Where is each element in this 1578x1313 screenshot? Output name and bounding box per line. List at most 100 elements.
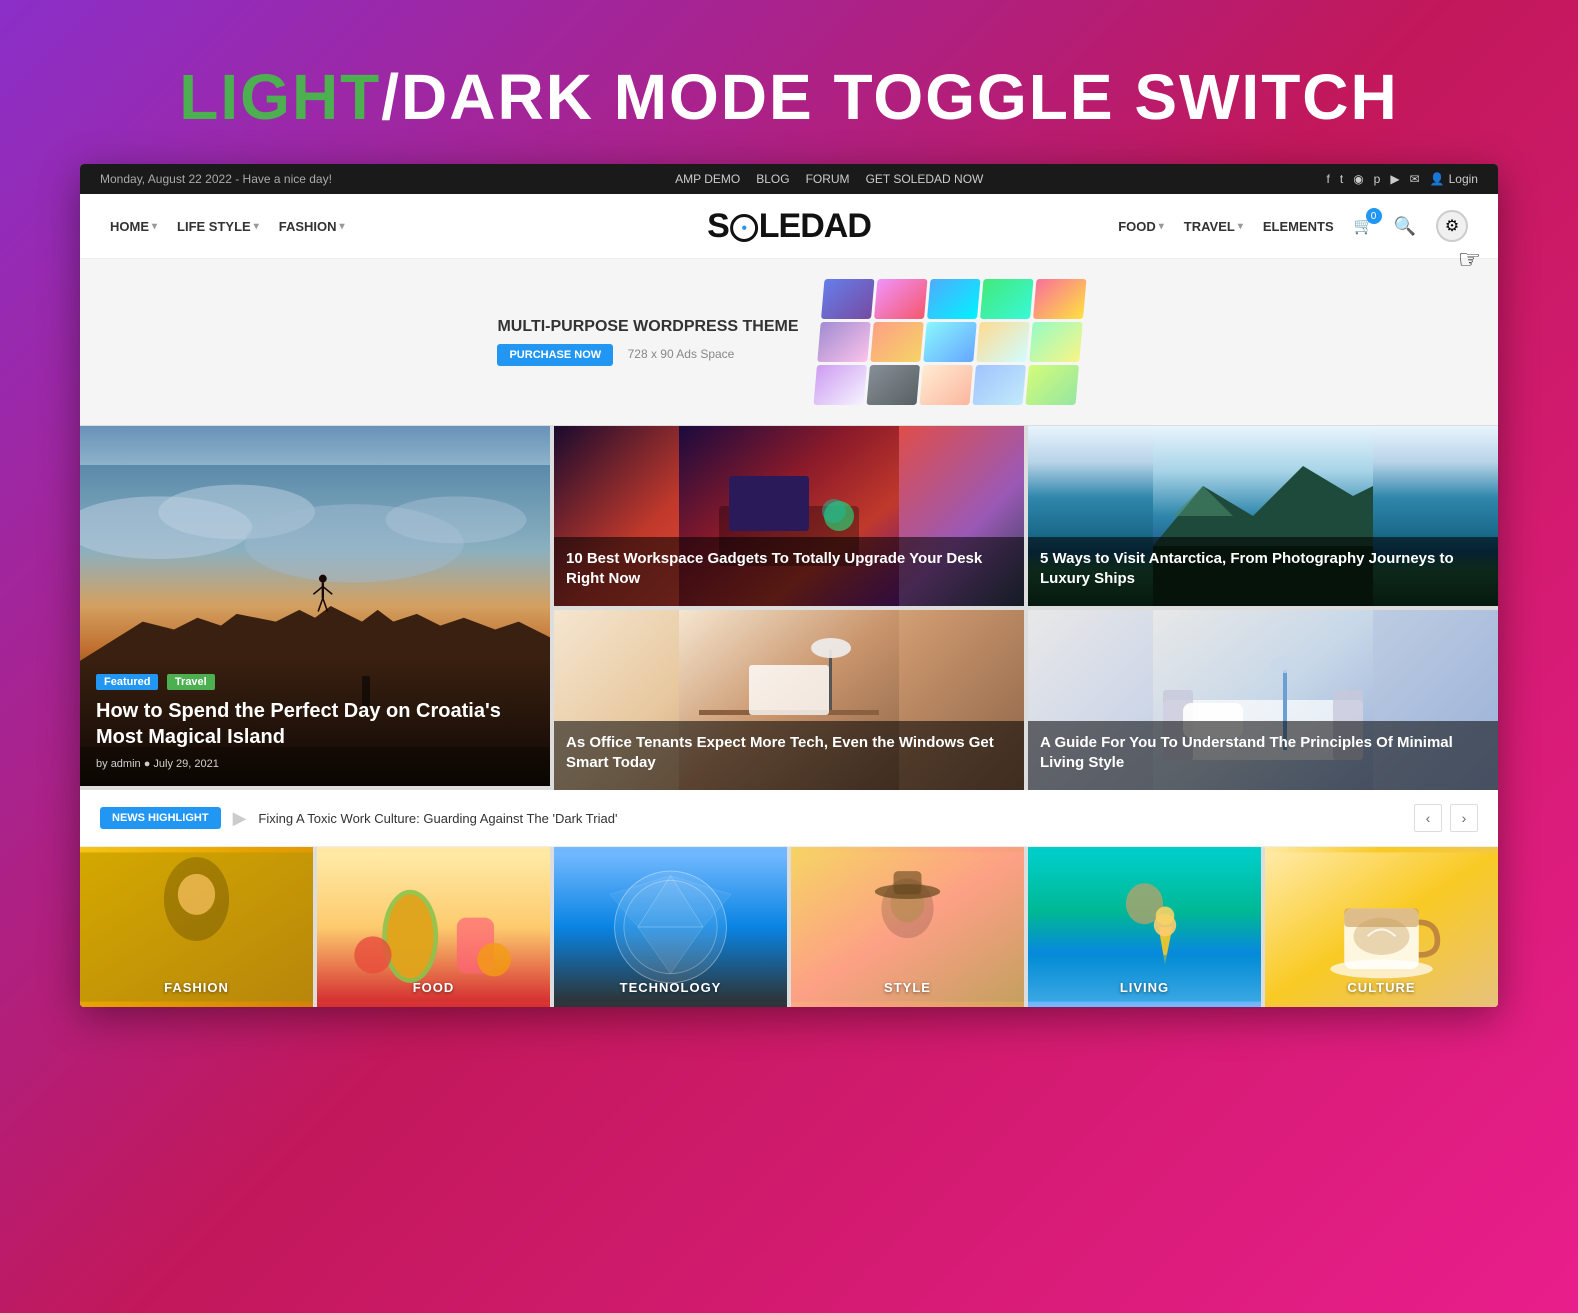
ad-image-10 — [1029, 322, 1082, 362]
page-title-area: LIGHT/DARK MODE TOGGLE SWITCH — [80, 60, 1498, 134]
news-arrow-icon: ▶ — [233, 808, 247, 829]
ad-image-4 — [980, 279, 1033, 319]
lifestyle-chevron-icon: ▾ — [254, 221, 259, 232]
category-fashion[interactable]: FASHION — [80, 847, 313, 1007]
article-top-right-title: 5 Ways to Visit Antarctica, From Photogr… — [1040, 549, 1486, 588]
travel-chevron-icon: ▾ — [1238, 221, 1243, 232]
article-main[interactable]: Featured Travel How to Spend the Perfect… — [80, 426, 550, 786]
title-dark: DARK MODE TOGGLE SWITCH — [401, 61, 1399, 133]
nav-food[interactable]: FOOD ▾ — [1118, 219, 1164, 234]
news-highlight-text: Fixing A Toxic Work Culture: Guarding Ag… — [258, 811, 1402, 826]
news-highlight-bar: NEWS HIGHLIGHT ▶ Fixing A Toxic Work Cul… — [80, 790, 1498, 847]
ad-title: MULTI-PURPOSE WORDPRESS THEME — [497, 318, 798, 336]
topbar-amp-demo[interactable]: AMP DEMO — [675, 172, 740, 186]
category-style-label: STYLE — [791, 980, 1024, 995]
food-chevron-icon: ▾ — [1159, 221, 1164, 232]
ad-image-1 — [821, 279, 874, 319]
facebook-icon[interactable]: f — [1327, 172, 1330, 186]
home-chevron-icon: ▾ — [152, 221, 157, 232]
category-technology-label: TECHNOLOGY — [554, 980, 787, 995]
category-style[interactable]: STYLE — [791, 847, 1024, 1007]
logo-ledad: LEDAD — [759, 207, 871, 245]
topbar-forum[interactable]: FORUM — [806, 172, 850, 186]
ad-image-6 — [817, 322, 870, 362]
search-button[interactable]: 🔍 — [1394, 216, 1416, 237]
category-living-label: LIVING — [1028, 980, 1261, 995]
title-light: LIGHT — [179, 61, 381, 133]
article-bottom-right-overlay: A Guide For You To Understand The Princi… — [1028, 721, 1498, 790]
ad-image-9 — [976, 322, 1029, 362]
article-bottom-mid[interactable]: As Office Tenants Expect More Tech, Even… — [554, 610, 1024, 790]
pinterest-icon[interactable]: p — [1374, 172, 1381, 186]
tag-travel: Travel — [167, 674, 215, 690]
ad-image-14 — [972, 365, 1025, 405]
login-user-icon: 👤 — [1430, 172, 1445, 186]
logo-s: S — [707, 207, 729, 245]
ad-banner: MULTI-PURPOSE WORDPRESS THEME PURCHASE N… — [80, 259, 1498, 426]
logo-o — [730, 214, 758, 242]
purchase-button[interactable]: PURCHASE NOW — [497, 344, 613, 366]
article-top-right-overlay: 5 Ways to Visit Antarctica, From Photogr… — [1028, 537, 1498, 606]
nav-fashion[interactable]: FASHION ▾ — [279, 219, 345, 234]
main-nav-inner: HOME ▾ LIFE STYLE ▾ FASHION ▾ S LEDAD — [110, 210, 1468, 242]
category-culture-label: CULTURE — [1265, 980, 1498, 995]
nav-elements[interactable]: ELEMENTS — [1263, 219, 1334, 234]
nav-lifestyle[interactable]: LIFE STYLE ▾ — [177, 219, 259, 234]
nav-right: FOOD ▾ TRAVEL ▾ ELEMENTS 🛒 0 🔍 — [1118, 210, 1468, 242]
topbar-get-soledad[interactable]: GET SOLEDAD NOW — [866, 172, 984, 186]
ad-image-12 — [866, 365, 919, 405]
login-button[interactable]: 👤 Login — [1430, 172, 1478, 186]
article-top-mid[interactable]: 10 Best Workspace Gadgets To Totally Upg… — [554, 426, 1024, 606]
category-food[interactable]: FOOD — [317, 847, 550, 1007]
category-fashion-label: FASHION — [80, 980, 313, 995]
article-main-tags: Featured Travel — [96, 672, 534, 698]
theme-toggle-button[interactable]: ⚙ ☞ — [1436, 210, 1468, 242]
article-bottom-right-title: A Guide For You To Understand The Princi… — [1040, 733, 1486, 772]
ad-image-13 — [919, 365, 972, 405]
site-logo[interactable]: S LEDAD — [707, 207, 871, 246]
article-top-right[interactable]: 5 Ways to Visit Antarctica, From Photogr… — [1028, 426, 1498, 606]
ad-image-3 — [927, 279, 980, 319]
category-culture[interactable]: CULTURE — [1265, 847, 1498, 1007]
top-bar: Monday, August 22 2022 - Have a nice day… — [80, 164, 1498, 194]
cart-button[interactable]: 🛒 0 — [1354, 216, 1374, 236]
topbar-social: f t ◉ p ▶ ✉ 👤 Login — [1327, 172, 1478, 186]
ad-images — [813, 279, 1086, 405]
twitter-icon[interactable]: t — [1340, 172, 1343, 186]
category-food-label: FOOD — [317, 980, 550, 995]
title-separator: / — [381, 61, 401, 133]
article-top-mid-title: 10 Best Workspace Gadgets To Totally Upg… — [566, 549, 1012, 588]
instagram-icon[interactable]: ◉ — [1353, 172, 1363, 186]
ad-image-7 — [870, 322, 923, 362]
main-nav: HOME ▾ LIFE STYLE ▾ FASHION ▾ S LEDAD — [80, 194, 1498, 259]
news-highlight-badge: NEWS HIGHLIGHT — [100, 807, 221, 829]
ad-text-area: MULTI-PURPOSE WORDPRESS THEME PURCHASE N… — [497, 318, 798, 366]
news-next-button[interactable]: › — [1450, 804, 1478, 832]
category-living[interactable]: LIVING — [1028, 847, 1261, 1007]
category-technology[interactable]: TECHNOLOGY — [554, 847, 787, 1007]
ad-image-8 — [923, 322, 976, 362]
topbar-nav: AMP DEMO BLOG FORUM GET SOLEDAD NOW — [675, 172, 983, 186]
article-bottom-mid-overlay: As Office Tenants Expect More Tech, Even… — [554, 721, 1024, 790]
news-nav: ‹ › — [1414, 804, 1478, 832]
category-grid: FASHION — [80, 847, 1498, 1007]
article-bottom-right[interactable]: A Guide For You To Understand The Princi… — [1028, 610, 1498, 790]
cart-badge: 0 — [1366, 208, 1382, 224]
ad-image-11 — [813, 365, 866, 405]
article-main-title: How to Spend the Perfect Day on Croatia'… — [96, 698, 534, 750]
news-prev-button[interactable]: ‹ — [1414, 804, 1442, 832]
ad-image-5 — [1033, 279, 1086, 319]
email-icon[interactable]: ✉ — [1410, 172, 1420, 186]
fashion-chevron-icon: ▾ — [340, 221, 345, 232]
tag-featured: Featured — [96, 674, 158, 690]
article-top-mid-overlay: 10 Best Workspace Gadgets To Totally Upg… — [554, 537, 1024, 606]
topbar-blog[interactable]: BLOG — [756, 172, 789, 186]
youtube-icon[interactable]: ▶ — [1390, 172, 1399, 186]
article-main-overlay: Featured Travel How to Spend the Perfect… — [80, 656, 550, 786]
nav-home[interactable]: HOME ▾ — [110, 219, 157, 234]
articles-grid: Featured Travel How to Spend the Perfect… — [80, 426, 1498, 790]
nav-travel[interactable]: TRAVEL ▾ — [1184, 219, 1243, 234]
ad-size-text: 728 x 90 Ads Space — [628, 347, 735, 361]
article-bottom-mid-title: As Office Tenants Expect More Tech, Even… — [566, 733, 1012, 772]
website-frame: Monday, August 22 2022 - Have a nice day… — [80, 164, 1498, 1007]
